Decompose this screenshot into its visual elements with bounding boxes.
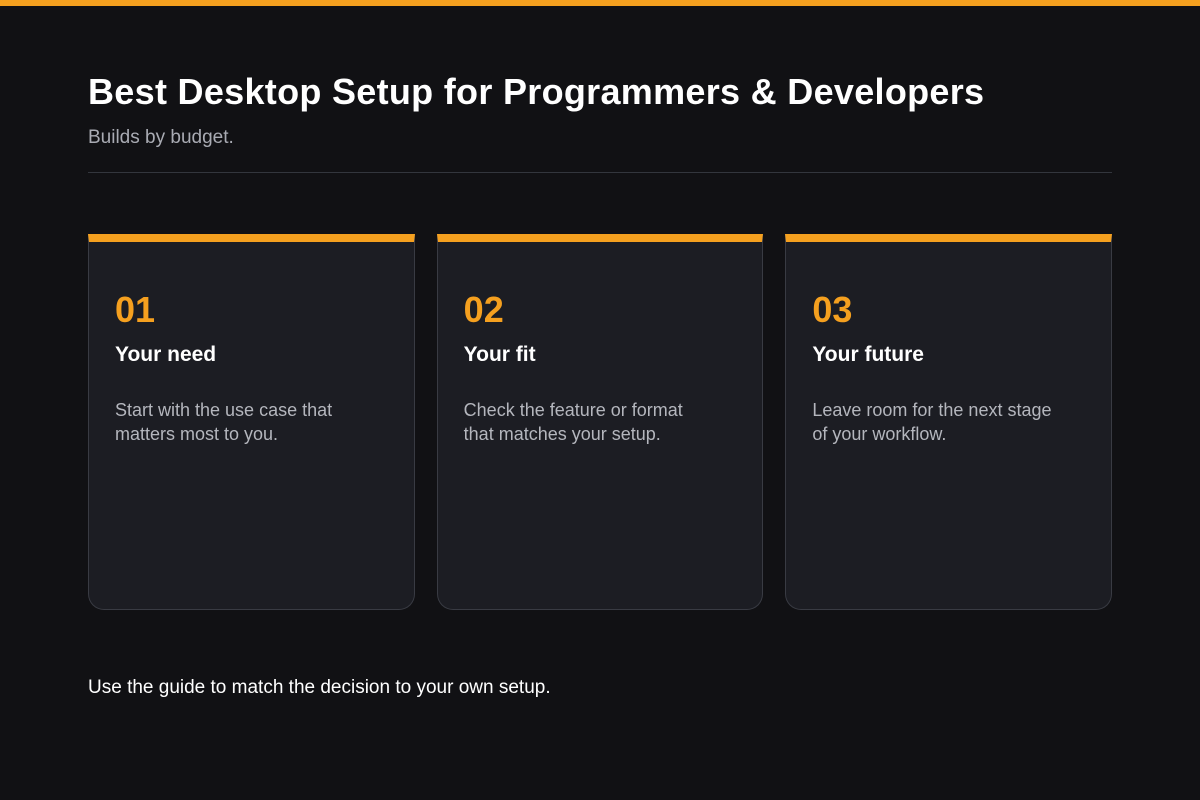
footer-note: Use the guide to match the decision to y…: [88, 677, 551, 698]
card-number: 02: [463, 289, 504, 330]
page-title: Best Desktop Setup for Programmers & Dev…: [88, 71, 985, 112]
card-title: Your fit: [463, 343, 536, 366]
card-number: 03: [812, 289, 853, 330]
card-title: Your future: [812, 343, 924, 366]
page-subtitle: Builds by budget.: [88, 127, 234, 148]
card-row: 01 Your need Start with the use case tha…: [88, 234, 1113, 610]
card-description: Check the feature or format that matches…: [463, 400, 683, 444]
card-title: Your need: [115, 343, 217, 366]
header-divider: [88, 172, 1112, 173]
card-fit: 02 Your fit Check the feature or format …: [436, 234, 764, 610]
card-future: 03 Your future Leave room for the next s…: [785, 234, 1113, 610]
card-need: 01 Your need Start with the use case tha…: [88, 234, 415, 610]
top-accent-bar: [0, 0, 1200, 6]
header: Best Desktop Setup for Programmers & Dev…: [88, 66, 1112, 152]
card-number: 01: [115, 289, 156, 330]
card-description: Leave room for the next stage of your wo…: [812, 400, 1052, 444]
card-description: Start with the use case that matters mos…: [115, 400, 333, 444]
